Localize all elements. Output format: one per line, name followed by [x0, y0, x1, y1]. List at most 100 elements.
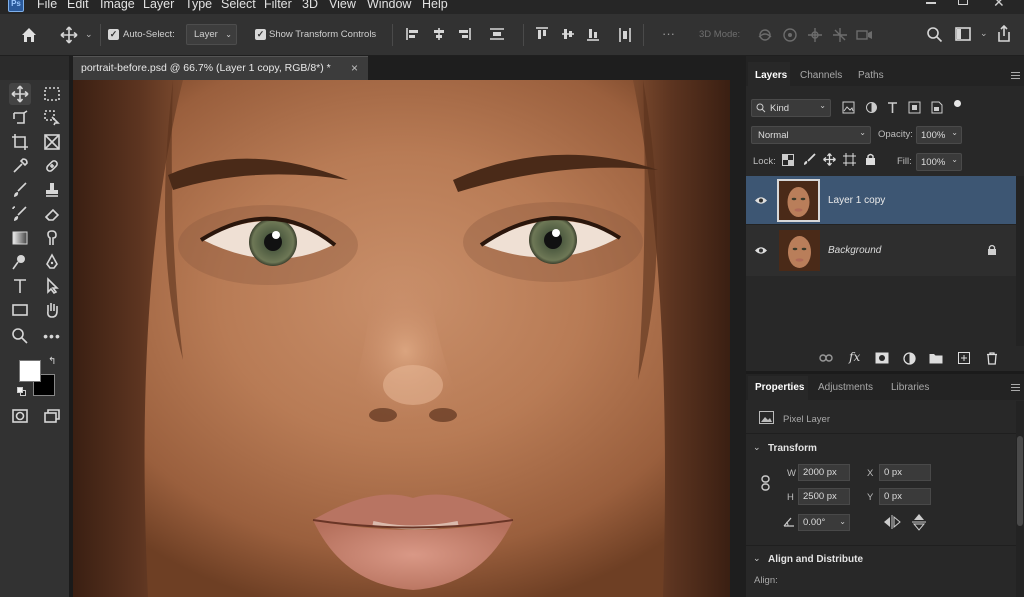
- restore-window-button[interactable]: [958, 0, 968, 5]
- layer-row-layer-1-copy[interactable]: Layer 1 copy: [746, 176, 1016, 225]
- lock-image-pixels-icon[interactable]: [803, 153, 816, 166]
- hand-tool-button[interactable]: [41, 299, 63, 321]
- properties-scroll-thumb[interactable]: [1017, 436, 1023, 526]
- zoom-tool-button[interactable]: [9, 325, 31, 347]
- distribute-vertical-icon[interactable]: [489, 27, 505, 41]
- tab-layers[interactable]: Layers: [755, 70, 787, 81]
- lock-all-icon[interactable]: [865, 153, 876, 166]
- tab-paths[interactable]: Paths: [858, 70, 884, 81]
- rectangle-tool-button[interactable]: [9, 299, 31, 321]
- filter-shape-layers-icon[interactable]: [908, 101, 921, 114]
- screen-mode-button[interactable]: [41, 405, 63, 427]
- show-transform-controls-checkbox[interactable]: ✓: [255, 29, 266, 40]
- y-position-input[interactable]: 0 px: [879, 488, 931, 505]
- add-layer-style-button[interactable]: fx: [849, 350, 860, 364]
- tool-preset-chevron-icon[interactable]: ⌄: [85, 29, 93, 40]
- add-mask-icon[interactable]: [875, 352, 889, 364]
- home-icon[interactable]: [20, 26, 38, 44]
- menu-select[interactable]: Select: [221, 0, 256, 11]
- photoshop-logo-icon[interactable]: Ps: [8, 0, 24, 12]
- 3d-slide-icon[interactable]: [832, 27, 848, 43]
- align-top-edges-icon[interactable]: [535, 27, 549, 41]
- new-adjustment-layer-icon[interactable]: [903, 352, 916, 365]
- gradient-tool-button[interactable]: [9, 227, 31, 249]
- menu-file[interactable]: File: [37, 0, 57, 11]
- path-selection-tool-button[interactable]: [41, 275, 63, 297]
- filter-pixel-layers-icon[interactable]: [842, 101, 855, 114]
- clone-stamp-tool-button[interactable]: [41, 179, 63, 201]
- marquee-tool-button[interactable]: [41, 83, 63, 105]
- tab-channels[interactable]: Channels: [800, 70, 842, 81]
- width-input[interactable]: 2000 px: [798, 464, 850, 481]
- align-bottom-edges-icon[interactable]: [586, 27, 600, 41]
- 3d-orbit-icon[interactable]: [757, 27, 773, 43]
- height-input[interactable]: 2500 px: [798, 488, 850, 505]
- menu-3d[interactable]: 3D: [302, 0, 318, 11]
- canvas-area[interactable]: [73, 80, 730, 597]
- menu-window[interactable]: Window: [367, 0, 411, 11]
- delete-layer-icon[interactable]: [986, 352, 998, 365]
- document-tab[interactable]: portrait-before.psd @ 66.7% (Layer 1 cop…: [73, 56, 368, 80]
- healing-brush-tool-button[interactable]: [41, 155, 63, 177]
- layer-filter-kind-dropdown[interactable]: Kind ⌄: [751, 99, 831, 117]
- angle-input[interactable]: 0.00° ⌄: [798, 514, 850, 531]
- menu-type[interactable]: Type: [185, 0, 212, 11]
- opacity-input[interactable]: 100% ⌄: [916, 126, 962, 144]
- layers-scroll-track[interactable]: [1016, 176, 1024, 346]
- filter-smart-objects-icon[interactable]: [930, 101, 943, 114]
- layer-row-background[interactable]: Background: [746, 226, 1016, 275]
- pen-tool-button[interactable]: [41, 251, 63, 273]
- share-icon[interactable]: [996, 25, 1012, 43]
- distribute-horizontal-icon[interactable]: [618, 27, 632, 43]
- 3d-roll-icon[interactable]: [782, 27, 798, 43]
- auto-select-checkbox[interactable]: ✓: [108, 29, 119, 40]
- minimize-window-button[interactable]: [926, 2, 936, 4]
- menu-view[interactable]: View: [329, 0, 356, 11]
- crop-tool-button[interactable]: [9, 131, 31, 153]
- tab-adjustments[interactable]: Adjustments: [818, 382, 873, 393]
- dodge-tool-button[interactable]: [9, 251, 31, 273]
- lock-position-icon[interactable]: [823, 153, 836, 166]
- menu-image[interactable]: Image: [100, 0, 135, 11]
- quick-mask-button[interactable]: [9, 405, 31, 427]
- new-group-icon[interactable]: [929, 353, 943, 364]
- align-left-edges-icon[interactable]: [406, 27, 420, 41]
- lock-artboard-icon[interactable]: [843, 153, 856, 166]
- tab-properties[interactable]: Properties: [755, 382, 804, 393]
- close-window-button[interactable]: ✕: [993, 0, 1005, 11]
- filter-toggle-dot[interactable]: [954, 100, 961, 107]
- menu-edit[interactable]: Edit: [67, 0, 89, 11]
- object-selection-tool-button[interactable]: [41, 107, 63, 129]
- foreground-color-swatch[interactable]: [19, 360, 41, 382]
- workspace-icon[interactable]: [955, 26, 971, 42]
- brush-tool-button[interactable]: [9, 179, 31, 201]
- flip-vertical-icon[interactable]: [912, 513, 926, 531]
- lasso-tool-button[interactable]: [9, 107, 31, 129]
- move-tool-icon[interactable]: [60, 26, 78, 44]
- fill-input[interactable]: 100% ⌄: [916, 153, 962, 171]
- menu-help[interactable]: Help: [422, 0, 448, 11]
- link-dimensions-icon[interactable]: [761, 475, 770, 491]
- swap-colors-icon[interactable]: ↰: [48, 356, 56, 367]
- filter-adjustment-layers-icon[interactable]: [865, 101, 878, 114]
- eye-visibility-icon[interactable]: [754, 246, 768, 255]
- transform-collapse-chevron-icon[interactable]: ⌄: [753, 442, 761, 453]
- 3d-scale-icon[interactable]: [856, 27, 874, 43]
- search-icon[interactable]: [926, 26, 943, 43]
- edit-toolbar-button[interactable]: •••: [41, 325, 63, 347]
- link-layers-icon[interactable]: [819, 353, 833, 363]
- type-tool-button[interactable]: [9, 275, 31, 297]
- move-tool-button[interactable]: [9, 83, 31, 105]
- eraser-tool-button[interactable]: [41, 203, 63, 225]
- frame-tool-button[interactable]: [41, 131, 63, 153]
- new-layer-icon[interactable]: [958, 352, 970, 364]
- more-options-dots[interactable]: ···: [662, 26, 675, 41]
- default-colors-icon[interactable]: [17, 387, 26, 396]
- panel-menu-icon[interactable]: [1011, 384, 1020, 391]
- menu-filter[interactable]: Filter: [264, 0, 292, 11]
- tab-libraries[interactable]: Libraries: [891, 382, 929, 393]
- lock-transparent-pixels-icon[interactable]: [782, 154, 794, 166]
- blend-mode-dropdown[interactable]: Normal ⌄: [751, 126, 871, 144]
- filter-type-layers-icon[interactable]: [886, 101, 899, 114]
- flip-horizontal-icon[interactable]: [883, 515, 901, 529]
